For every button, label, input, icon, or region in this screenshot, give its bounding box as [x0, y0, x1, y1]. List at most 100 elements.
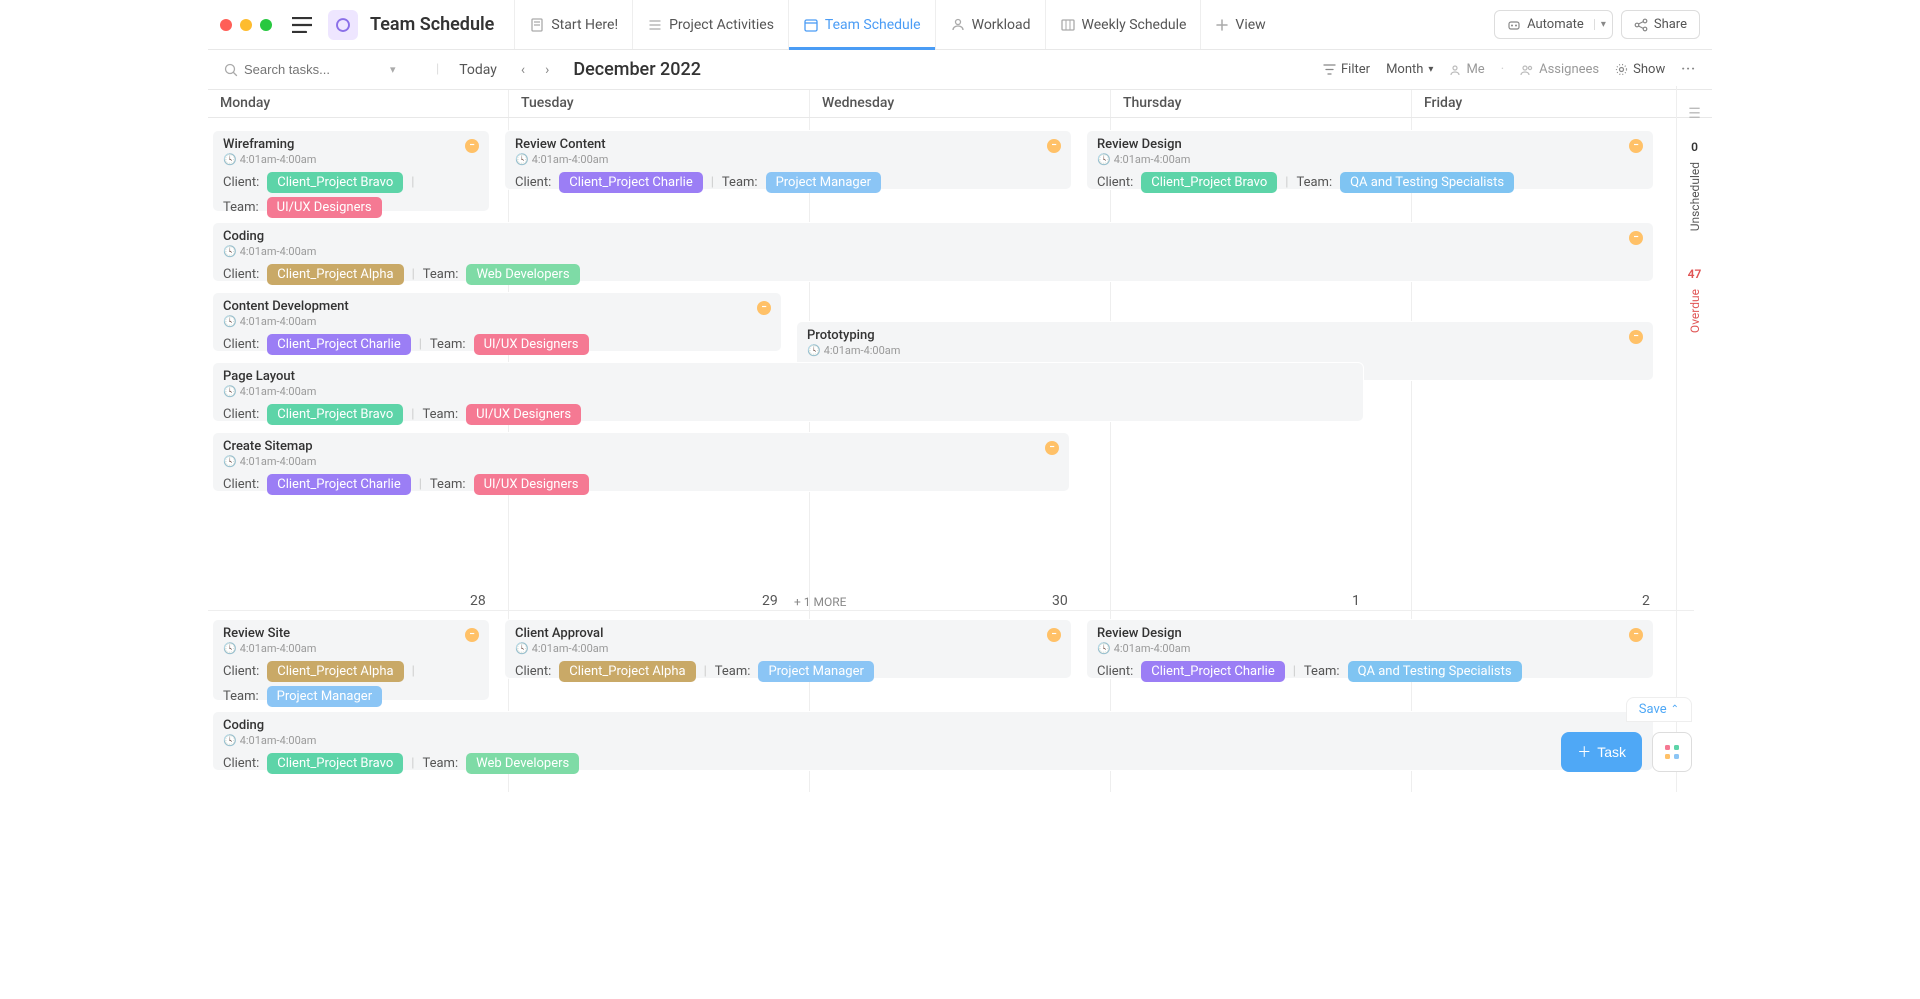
client-tag[interactable]: Client_Project Alpha — [267, 661, 403, 682]
status-dot-icon: − — [1629, 330, 1643, 344]
event-title: Review Site — [223, 626, 479, 641]
date-28: 28 — [470, 593, 486, 609]
tab-label: View — [1235, 17, 1265, 33]
client-tag[interactable]: Client_Project Bravo — [1141, 172, 1277, 193]
client-tag[interactable]: Client_Project Bravo — [267, 172, 403, 193]
clock-icon: 🕓 — [223, 385, 237, 398]
event-title: Page Layout — [223, 369, 1353, 384]
apps-button[interactable] — [1652, 732, 1692, 772]
team-tag[interactable]: Project Manager — [758, 661, 873, 682]
close-window-icon[interactable] — [220, 19, 232, 31]
event-review-design-2[interactable]: − Review Design 🕓4:01am-4:00am Client: C… — [1086, 619, 1654, 679]
chevron-down-icon[interactable]: ▾ — [390, 63, 396, 76]
assignees-filter[interactable]: Assignees — [1520, 62, 1599, 77]
team-label: Team: — [223, 200, 259, 215]
menu-icon[interactable] — [288, 13, 316, 37]
client-tag[interactable]: Client_Project Charlie — [267, 474, 410, 495]
me-filter[interactable]: Me — [1449, 62, 1484, 77]
search-box[interactable]: ▾ — [224, 62, 424, 77]
clock-icon: 🕓 — [223, 734, 237, 747]
event-review-design-1[interactable]: − Review Design 🕓4:01am-4:00am Client: C… — [1086, 130, 1654, 190]
workload-icon — [950, 17, 966, 33]
overdue-label[interactable]: Overdue — [1688, 289, 1702, 333]
team-tag[interactable]: Project Manager — [766, 172, 881, 193]
clock-icon: 🕓 — [1097, 153, 1111, 166]
event-coding-1[interactable]: − Coding 🕓4:01am-4:00am Client: Client_P… — [212, 222, 1654, 282]
next-arrow-icon[interactable]: › — [541, 62, 553, 78]
tab-label: Team Schedule — [825, 17, 921, 33]
prev-arrow-icon[interactable]: ‹ — [517, 62, 529, 78]
team-tag[interactable]: UI/UX Designers — [466, 404, 581, 425]
event-client-approval[interactable]: − Client Approval 🕓4:01am-4:00am Client:… — [504, 619, 1072, 679]
event-wireframing[interactable]: − Wireframing 🕓4:01am-4:00am Client: Cli… — [212, 130, 490, 212]
tab-team-schedule[interactable]: Team Schedule — [788, 0, 935, 49]
settings-lines-icon[interactable]: ☰ — [1688, 106, 1701, 122]
more-link[interactable]: + 1 MORE — [794, 595, 846, 609]
status-dot-icon: − — [465, 139, 479, 153]
automate-button[interactable]: Automate ▾ — [1494, 10, 1613, 39]
calendar-icon — [803, 17, 819, 33]
event-time: 🕓4:01am-4:00am — [223, 153, 479, 166]
client-tag[interactable]: Client_Project Bravo — [267, 753, 403, 774]
team-tag[interactable]: UI/UX Designers — [267, 197, 382, 218]
filter-button[interactable]: Filter — [1323, 62, 1370, 77]
team-tag[interactable]: UI/UX Designers — [474, 474, 589, 495]
day-header-tue: Tuesday — [509, 90, 810, 117]
client-tag[interactable]: Client_Project Charlie — [267, 334, 410, 355]
team-tag[interactable]: Web Developers — [466, 264, 579, 285]
event-sitemap[interactable]: − Create Sitemap 🕓4:01am-4:00am Client: … — [212, 432, 1070, 492]
save-button[interactable]: Save ⌃ — [1626, 697, 1692, 722]
share-button[interactable]: Share — [1621, 10, 1700, 39]
user-icon — [1449, 64, 1461, 76]
client-tag[interactable]: Client_Project Charlie — [1141, 661, 1284, 682]
clock-icon: 🕓 — [515, 153, 529, 166]
today-button[interactable]: Today — [451, 62, 505, 78]
team-label: Team: — [1296, 175, 1332, 190]
client-tag[interactable]: Client_Project Alpha — [267, 264, 403, 285]
team-label: Team: — [722, 175, 758, 190]
client-tag[interactable]: Client_Project Bravo — [267, 404, 403, 425]
status-dot-icon: − — [1629, 139, 1643, 153]
event-coding-2[interactable]: Coding 🕓4:01am-4:00am Client: Client_Pro… — [212, 711, 1654, 771]
day-header-fri: Friday — [1412, 90, 1712, 117]
clock-icon: 🕓 — [807, 344, 821, 357]
event-review-content[interactable]: − Review Content 🕓4:01am-4:00am Client: … — [504, 130, 1072, 190]
unscheduled-label[interactable]: Unscheduled — [1688, 162, 1702, 231]
team-tag[interactable]: UI/UX Designers — [474, 334, 589, 355]
chevron-down-icon[interactable]: ▾ — [1594, 19, 1606, 30]
toolbar: ▾ | Today ‹ › December 2022 Filter Month… — [208, 50, 1712, 90]
client-tag[interactable]: Client_Project Charlie — [559, 172, 702, 193]
event-title: Review Design — [1097, 626, 1643, 641]
event-review-site[interactable]: − Review Site 🕓4:01am-4:00am Client: Cli… — [212, 619, 490, 701]
more-menu-icon[interactable]: ··· — [1681, 62, 1696, 77]
tab-label: Weekly Schedule — [1082, 17, 1187, 33]
event-title: Wireframing — [223, 137, 479, 152]
client-label: Client: — [1097, 175, 1133, 190]
tab-project-activities[interactable]: Project Activities — [632, 0, 788, 49]
team-tag[interactable]: QA and Testing Specialists — [1348, 661, 1522, 682]
new-task-button[interactable]: ＋ Task — [1561, 732, 1642, 772]
maximize-window-icon[interactable] — [260, 19, 272, 31]
gear-icon — [1615, 63, 1628, 76]
client-tag[interactable]: Client_Project Alpha — [559, 661, 695, 682]
tab-start-here[interactable]: Start Here! — [514, 0, 632, 49]
event-content-dev[interactable]: − Content Development 🕓4:01am-4:00am Cli… — [212, 292, 782, 352]
clock-icon: 🕓 — [223, 245, 237, 258]
team-tag[interactable]: Web Developers — [466, 753, 579, 774]
month-select[interactable]: Month ▾ — [1386, 62, 1433, 77]
tab-weekly-schedule[interactable]: Weekly Schedule — [1045, 0, 1201, 49]
event-time: 🕓4:01am-4:00am — [223, 455, 1059, 468]
show-button[interactable]: Show — [1615, 62, 1665, 77]
team-label: Team: — [423, 267, 459, 282]
app-logo-icon[interactable] — [328, 10, 358, 40]
minimize-window-icon[interactable] — [240, 19, 252, 31]
tab-workload[interactable]: Workload — [935, 0, 1045, 49]
window-controls — [220, 19, 272, 31]
team-tag[interactable]: Project Manager — [267, 686, 382, 707]
event-page-layout[interactable]: Page Layout 🕓4:01am-4:00am Client: Clien… — [212, 362, 1364, 422]
team-label: Team: — [422, 407, 458, 422]
team-tag[interactable]: QA and Testing Specialists — [1340, 172, 1514, 193]
tab-add-view[interactable]: View — [1200, 0, 1279, 49]
clock-icon: 🕓 — [1097, 642, 1111, 655]
search-input[interactable] — [244, 62, 384, 77]
